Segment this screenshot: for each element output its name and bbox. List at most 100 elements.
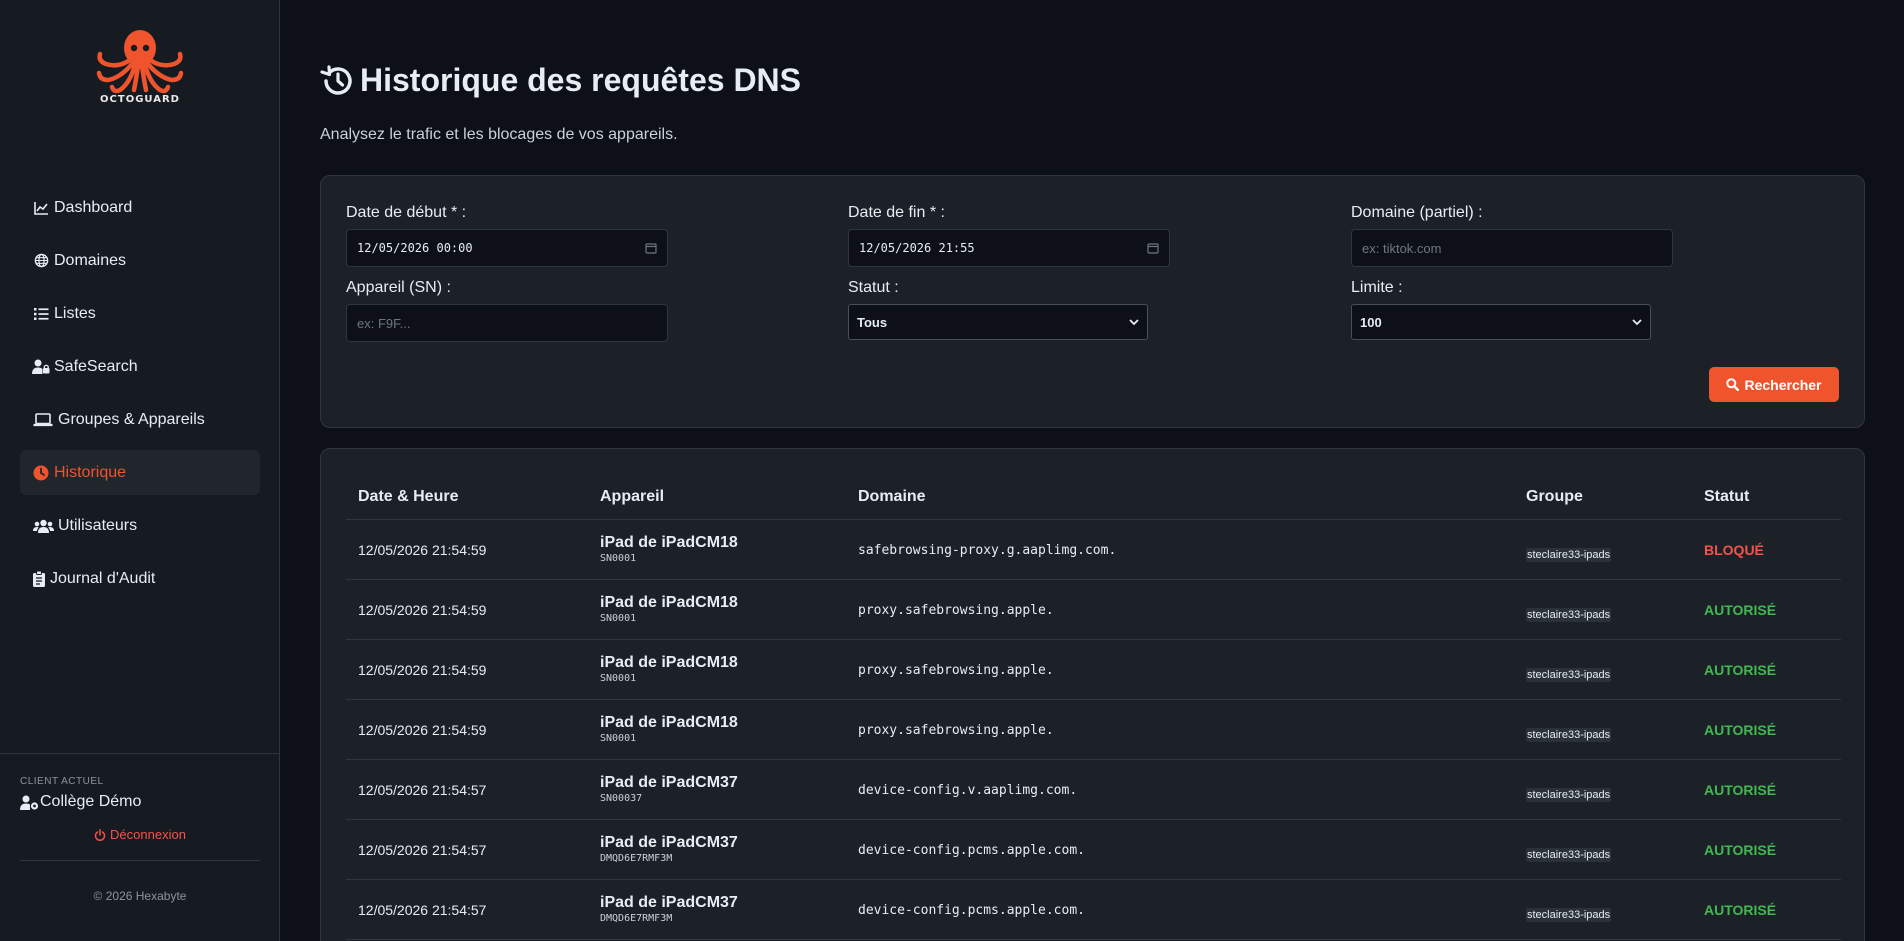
- domain-input[interactable]: ex: tiktok.com: [1351, 229, 1673, 267]
- row-domain: proxy.safebrowsing.apple.: [858, 663, 1054, 678]
- client-label: CLIENT ACTUEL: [20, 776, 104, 787]
- row-device: iPad de iPadCM37 DMQD6E7RMF3M: [600, 834, 738, 864]
- row-date: 12/05/2026 21:54:57: [358, 842, 487, 858]
- sidebar-item-label: Groupes & Appareils: [58, 410, 205, 428]
- device-field: Appareil (SN) : ex: F9F...: [346, 279, 668, 342]
- device-name: iPad de iPadCM37: [600, 894, 738, 911]
- row-group: steclaire33-ipads: [1526, 845, 1612, 863]
- power-icon: [94, 828, 106, 841]
- search-button[interactable]: Rechercher: [1709, 367, 1839, 402]
- calendar-icon[interactable]: [645, 242, 657, 254]
- status-badge: BLOQUÉ: [1704, 542, 1764, 558]
- table-row[interactable]: 12/05/2026 21:54:59 iPad de iPadCM18 SN0…: [346, 700, 1841, 760]
- logout-button[interactable]: Déconnexion: [20, 827, 260, 842]
- status-select[interactable]: Tous: [848, 304, 1148, 340]
- results-table-card: Date & Heure Appareil Domaine Groupe Sta…: [320, 448, 1865, 941]
- row-group: steclaire33-ipads: [1526, 725, 1612, 743]
- chevron-down-icon: [1632, 318, 1642, 326]
- row-domain: device-config.v.aaplimg.com.: [858, 783, 1078, 798]
- sidebar-footer: CLIENT ACTUEL Collège Démo Déconnexion ©…: [0, 753, 280, 941]
- chart-line-icon: [32, 199, 50, 217]
- sidebar-item-groupes-appareils[interactable]: Groupes & Appareils: [20, 397, 260, 442]
- status-field: Statut : Tous: [848, 279, 1148, 340]
- table-row[interactable]: 12/05/2026 21:54:59 iPad de iPadCM18 SN0…: [346, 580, 1841, 640]
- page-subtitle: Analysez le trafic et les blocages de vo…: [320, 126, 678, 143]
- status-select-value: Tous: [857, 314, 888, 330]
- column-header-domain[interactable]: Domaine: [858, 488, 926, 506]
- row-device: iPad de iPadCM18 SN0001: [600, 714, 738, 744]
- device-sn: DMQD6E7RMF3M: [600, 913, 673, 924]
- table-row[interactable]: 12/05/2026 21:54:57 iPad de iPadCM37 DMQ…: [346, 820, 1841, 880]
- octoguard-logo[interactable]: OCTOGUARD: [0, 28, 280, 105]
- group-badge: steclaire33-ipads: [1526, 908, 1612, 922]
- start-date-input[interactable]: 12/05/2026 00:00: [346, 229, 668, 267]
- sidebar-item-historique[interactable]: Historique: [20, 450, 260, 495]
- row-device: iPad de iPadCM18 SN0001: [600, 594, 738, 624]
- sidebar-item-journal-audit[interactable]: Journal d'Audit: [20, 556, 260, 601]
- column-header-group[interactable]: Groupe: [1526, 488, 1583, 506]
- sidebar-item-dashboard[interactable]: Dashboard: [20, 185, 260, 230]
- column-header-date[interactable]: Date & Heure: [358, 488, 458, 506]
- start-date-value: 12/05/2026 00:00: [357, 241, 473, 255]
- octopus-icon: [96, 30, 184, 94]
- device-name: iPad de iPadCM18: [600, 654, 738, 671]
- search-icon: [1726, 378, 1740, 391]
- sidebar-item-domaines[interactable]: Domaines: [20, 238, 260, 283]
- device-name: iPad de iPadCM37: [600, 834, 738, 851]
- end-date-field: Date de fin * : 12/05/2026 21:55: [848, 204, 1170, 267]
- row-group: steclaire33-ipads: [1526, 545, 1612, 563]
- sidebar-item-listes[interactable]: Listes: [20, 291, 260, 336]
- chevron-down-icon: [1129, 318, 1139, 326]
- row-group: steclaire33-ipads: [1526, 605, 1612, 623]
- device-sn: DMQD6E7RMF3M: [600, 853, 673, 864]
- laptop-icon: [32, 411, 54, 429]
- row-device: iPad de iPadCM18 SN0001: [600, 534, 738, 564]
- group-badge: steclaire33-ipads: [1526, 608, 1612, 622]
- sidebar-item-label: Dashboard: [54, 198, 133, 216]
- sidebar-item-label: Utilisateurs: [58, 516, 138, 534]
- status-badge: AUTORISÉ: [1704, 902, 1777, 918]
- sidebar-item-label: Domaines: [54, 251, 127, 269]
- start-date-field: Date de début * : 12/05/2026 00:00: [346, 204, 668, 267]
- sidebar-item-utilisateurs[interactable]: Utilisateurs: [20, 503, 260, 548]
- status-badge: AUTORISÉ: [1704, 722, 1777, 738]
- row-device: iPad de iPadCM37 SN00037: [600, 774, 738, 804]
- start-date-label: Date de début * :: [346, 204, 467, 221]
- row-date: 12/05/2026 21:54:59: [358, 542, 487, 558]
- page-title-text: Historique des requêtes DNS: [360, 62, 801, 98]
- limit-select-value: 100: [1360, 314, 1382, 330]
- table-row[interactable]: 12/05/2026 21:54:57 iPad de iPadCM37 DMQ…: [346, 880, 1841, 940]
- device-sn: SN0001: [600, 553, 637, 564]
- row-date: 12/05/2026 21:54:59: [358, 722, 487, 738]
- table-row[interactable]: 12/05/2026 21:54:59 iPad de iPadCM18 SN0…: [346, 640, 1841, 700]
- sidebar-item-label: Listes: [54, 304, 96, 322]
- row-group: steclaire33-ipads: [1526, 665, 1612, 683]
- sidebar-item-safesearch[interactable]: SafeSearch: [20, 344, 260, 389]
- footer-divider: [20, 860, 260, 861]
- row-domain: device-config.pcms.apple.com.: [858, 903, 1085, 918]
- row-domain: proxy.safebrowsing.apple.: [858, 723, 1054, 738]
- device-label: Appareil (SN) :: [346, 279, 451, 296]
- column-header-device[interactable]: Appareil: [600, 488, 664, 506]
- table-row[interactable]: 12/05/2026 21:54:57 iPad de iPadCM37 SN0…: [346, 760, 1841, 820]
- limit-field: Limite : 100: [1351, 279, 1651, 340]
- column-header-status[interactable]: Statut: [1704, 488, 1749, 506]
- end-date-input[interactable]: 12/05/2026 21:55: [848, 229, 1170, 267]
- row-device: iPad de iPadCM37 DMQD6E7RMF3M: [600, 894, 738, 924]
- row-date: 12/05/2026 21:54:59: [358, 662, 487, 678]
- calendar-icon[interactable]: [1147, 242, 1159, 254]
- users-icon: [32, 517, 54, 535]
- device-sn-input[interactable]: ex: F9F...: [346, 304, 668, 342]
- limit-select[interactable]: 100: [1351, 304, 1651, 340]
- domain-placeholder: ex: tiktok.com: [1362, 240, 1442, 256]
- sidebar-nav: Dashboard Domaines Listes SafeSearch Gro…: [20, 185, 260, 609]
- row-date: 12/05/2026 21:54:57: [358, 902, 487, 918]
- row-domain: safebrowsing-proxy.g.aaplimg.com.: [858, 543, 1117, 558]
- end-date-label: Date de fin * :: [848, 204, 945, 221]
- status-badge: AUTORISÉ: [1704, 662, 1777, 678]
- device-name: iPad de iPadCM18: [600, 534, 738, 551]
- sidebar-item-label: SafeSearch: [54, 357, 138, 375]
- end-date-value: 12/05/2026 21:55: [859, 241, 975, 255]
- limit-label: Limite :: [1351, 279, 1403, 296]
- table-row[interactable]: 12/05/2026 21:54:59 iPad de iPadCM18 SN0…: [346, 520, 1841, 580]
